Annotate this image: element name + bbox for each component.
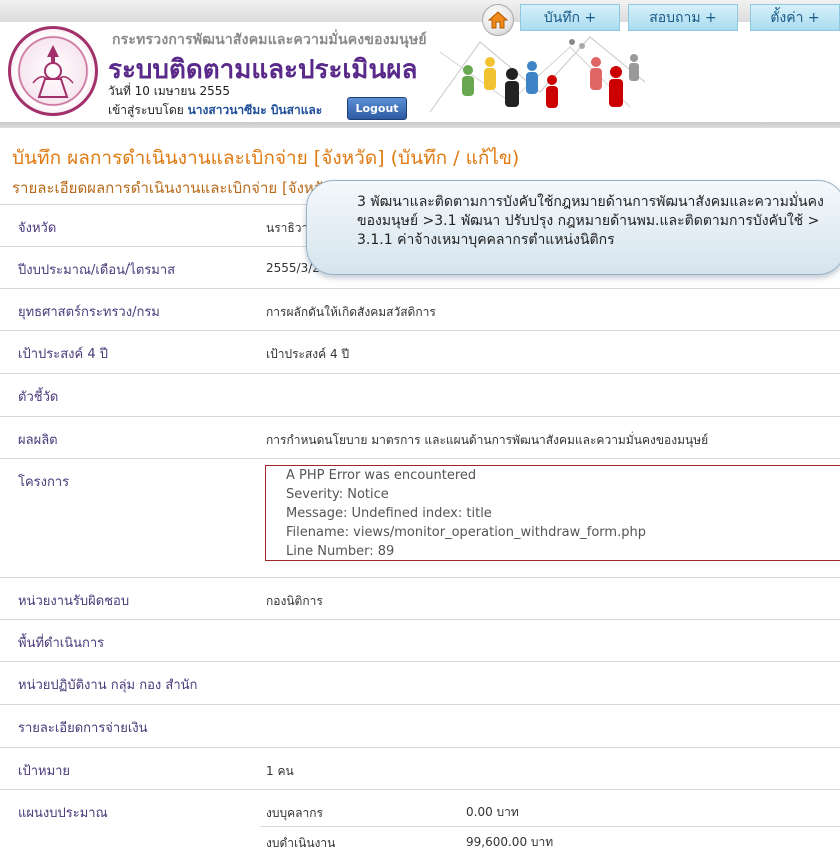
payment-details-label: รายละเอียดการจ่ายเงิน [18, 721, 148, 736]
login-info: เข้าสู่ระบบโดย นางสาวนาซีมะ บินสาและ [108, 101, 322, 120]
strategy-value: การผลักดันให้เกิดสังคมสวัสดิการ [266, 305, 436, 319]
page-title: บันทึก ผลการดำเนินงานและเบิกจ่าย [จังหวั… [12, 147, 520, 169]
indicator-label: ตัวชี้วัด [18, 390, 59, 405]
nav-settings-tab[interactable]: ตั้งค่า + [750, 4, 840, 31]
project-tooltip: 3 พัฒนาและติดตามการบังคับใช้กฎหมายด้านกา… [306, 180, 840, 275]
ministry-name: กระทรวงการพัฒนาสังคมและความมั่นคงของมนุษ… [112, 32, 427, 48]
province-label: จังหวัด [18, 221, 57, 236]
emblem-icon [32, 45, 74, 98]
budget-personnel-value: 0.00 บาท [466, 805, 519, 819]
row-responsible-unit: หน่วยงานรับผิดชอบ กองนิติการ [0, 577, 840, 620]
people-network-illustration [429, 36, 646, 113]
output-label: ผลผลิต [18, 433, 58, 448]
target-value: 1 คน [266, 764, 294, 778]
output-value: การกำหนดนโยบาย มาตรการ และแผนด้านการพัฒน… [266, 433, 709, 447]
goal-label: เป้าประสงค์ 4 ปี [18, 347, 108, 362]
php-error-message: Message: Undefined index: title [286, 506, 492, 521]
budget-personnel-label: งบบุคลากร [266, 806, 323, 820]
row-indicator: ตัวชี้วัด [0, 373, 840, 417]
operation-area-label: พื้นที่ดำเนินการ [18, 636, 105, 651]
logout-button[interactable]: Logout [347, 97, 407, 120]
row-output: ผลผลิต การกำหนดนโยบาย มาตรการ และแผนด้าน… [0, 416, 840, 459]
budget-operation-value: 99,600.00 บาท [466, 835, 554, 849]
tooltip-text: 3 พัฒนาและติดตามการบังคับใช้กฎหมายด้านกา… [357, 194, 824, 248]
target-label: เป้าหมาย [18, 764, 71, 779]
php-error-title: A PHP Error was encountered [286, 468, 477, 483]
username: นางสาวนาซีมะ บินสาและ [187, 103, 323, 117]
ministry-logo [8, 26, 98, 116]
row-strategy: ยุทธศาสตร์กระทรวง/กรม การผลักดันให้เกิดส… [0, 288, 840, 331]
current-date: วันที่ 10 เมษายน 2555 [108, 84, 230, 98]
strategy-label: ยุทธศาสตร์กระทรวง/กรม [18, 305, 160, 320]
php-error-filename: Filename: views/monitor_operation_withdr… [286, 525, 646, 540]
row-budget-plan: แผนงบประมาณ [0, 789, 840, 849]
row-operating-unit: หน่วยปฏิบัติงาน กลุ่ม กอง สำนัก [0, 661, 840, 705]
responsible-unit-value: กองนิติการ [266, 594, 323, 608]
php-error-box: A PHP Error was encountered Severity: No… [265, 465, 840, 561]
php-error-severity: Severity: Notice [286, 487, 389, 502]
header: บันทึก + สอบถาม + ตั้งค่า + กระทรวงการพั… [0, 0, 840, 128]
row-goal-4-years: เป้าประสงค์ 4 ปี เป้าประสงค์ 4 ปี [0, 330, 840, 374]
php-error-line: Line Number: 89 [286, 544, 395, 559]
project-label: โครงการ [18, 475, 70, 490]
goal-value: เป้าประสงค์ 4 ปี [266, 347, 350, 361]
budget-plan-label: แผนงบประมาณ [18, 806, 108, 821]
login-prefix: เข้าสู่ระบบโดย [108, 103, 184, 117]
budget-divider [260, 826, 840, 827]
fiscal-period-label: ปีงบประมาณ/เดือน/ไตรมาส [18, 263, 176, 278]
header-separator [0, 122, 840, 128]
row-operation-area: พื้นที่ดำเนินการ [0, 619, 840, 662]
responsible-unit-label: หน่วยงานรับผิดชอบ [18, 594, 130, 609]
row-payment-details: รายละเอียดการจ่ายเงิน [0, 704, 840, 748]
section-title: รายละเอียดผลการดำเนินงานและเบิกจ่าย [จัง… [12, 179, 338, 197]
operating-unit-label: หน่วยปฏิบัติงาน กลุ่ม กอง สำนัก [18, 678, 198, 693]
budget-operation-label: งบดำเนินงาน [266, 836, 336, 850]
row-target: เป้าหมาย 1 คน [0, 747, 840, 790]
